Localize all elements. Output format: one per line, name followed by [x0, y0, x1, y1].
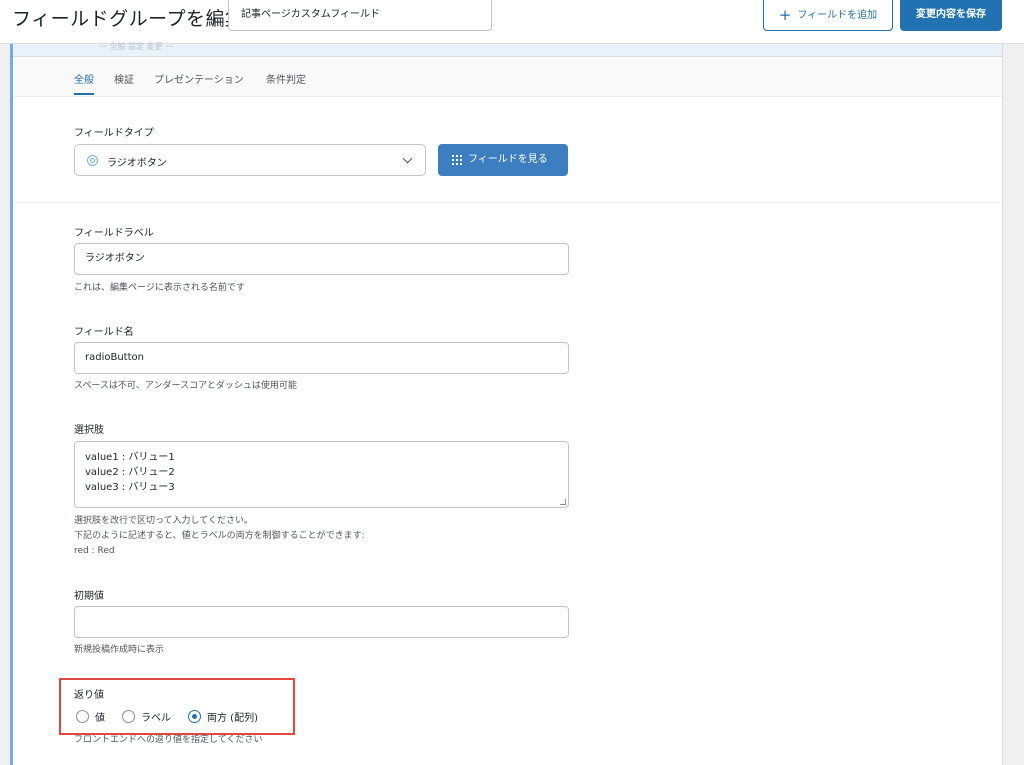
section-divider — [13, 202, 1002, 203]
return-value-label: 返り値 — [74, 690, 104, 701]
page-title: フィールドグループを編集 — [12, 8, 245, 30]
radio-option-label: 値 — [95, 712, 105, 724]
default-value-input[interactable] — [74, 606, 569, 638]
radio-type-icon — [87, 155, 98, 166]
tab-general[interactable]: 全般 — [74, 71, 94, 86]
radio-option-label[interactable]: ラベル — [122, 709, 171, 724]
radio-button[interactable] — [76, 709, 89, 723]
field-settings-panel: ｰｰ 全般 設定 変更 ｰｰ 全般 検証 プレゼンテーション 条件判定 フィール… — [10, 42, 1003, 765]
choices-textarea[interactable]: value1 : バリュー1 value2 : バリュー2 value3 : バ… — [74, 441, 569, 508]
field-group-title-input[interactable]: 記事ページカスタムフィールド — [228, 0, 492, 31]
panel-top-strip: ｰｰ 全般 設定 変更 ｰｰ — [13, 42, 1002, 57]
top-header: フィールドグループを編集 記事ページカスタムフィールド + フィールドを追加 変更… — [0, 0, 1024, 44]
return-value-help: フロントエンドへの返り値を指定してください — [74, 735, 263, 745]
field-name-label: フィールド名 — [74, 327, 134, 338]
chevron-down-icon — [402, 153, 413, 164]
field-label-input[interactable]: ラジオボタン — [74, 243, 569, 275]
field-type-label: フィールドタイプ — [74, 128, 154, 139]
radio-button-checked[interactable] — [188, 709, 201, 723]
active-tab-indicator — [74, 93, 94, 95]
grid-icon — [452, 155, 462, 165]
save-changes-button[interactable]: 変更内容を保存 — [900, 0, 1002, 31]
field-label-help: これは、編集ページに表示される名前です — [74, 283, 245, 293]
choices-help-line3: red : Red — [74, 546, 115, 556]
field-name-help: スペースは不可、アンダースコアとダッシュは使用可能 — [74, 381, 297, 391]
default-value-help: 新規投稿作成時に表示 — [74, 645, 165, 655]
field-label-label: フィールドラベル — [74, 228, 154, 239]
radio-option-label: ラベル — [141, 712, 171, 724]
choices-value: value1 : バリュー1 value2 : バリュー2 value3 : バ… — [85, 452, 175, 493]
settings-tabs: 全般 検証 プレゼンテーション 条件判定 — [13, 58, 1002, 97]
add-field-label: フィールドを追加 — [797, 10, 878, 21]
browse-fields-label: フィールドを見る — [468, 154, 548, 165]
default-value-label: 初期値 — [74, 591, 104, 602]
choices-help-line1: 選択肢を改行で区切って入力してください。 — [74, 516, 254, 526]
choices-help-line2: 下記のように記述すると、値とラベルの両方を制御することができます: — [74, 531, 365, 541]
return-value-radio-group: 値 ラベル 両方 (配列) — [76, 708, 275, 724]
radio-option-label: 両方 (配列) — [207, 712, 258, 724]
choices-label: 選択肢 — [74, 425, 104, 436]
faint-strip-text: ｰｰ 全般 設定 変更 ｰｰ — [99, 42, 174, 51]
browse-fields-button[interactable]: フィールドを見る — [438, 144, 568, 176]
plus-icon: + — [778, 6, 792, 24]
field-type-select[interactable]: ラジオボタン — [74, 144, 426, 176]
radio-option-value[interactable]: 値 — [76, 709, 105, 724]
add-field-button[interactable]: + フィールドを追加 — [763, 0, 893, 31]
field-type-value: ラジオボタン — [107, 158, 167, 169]
radio-option-both[interactable]: 両方 (配列) — [188, 709, 258, 724]
tab-conditional-logic[interactable]: 条件判定 — [266, 71, 306, 86]
tab-validation[interactable]: 検証 — [114, 71, 134, 86]
tab-presentation[interactable]: プレゼンテーション — [154, 71, 244, 86]
field-name-input[interactable]: radioButton — [74, 342, 569, 374]
resize-grip-icon[interactable] — [560, 499, 566, 505]
radio-button[interactable] — [122, 709, 135, 723]
